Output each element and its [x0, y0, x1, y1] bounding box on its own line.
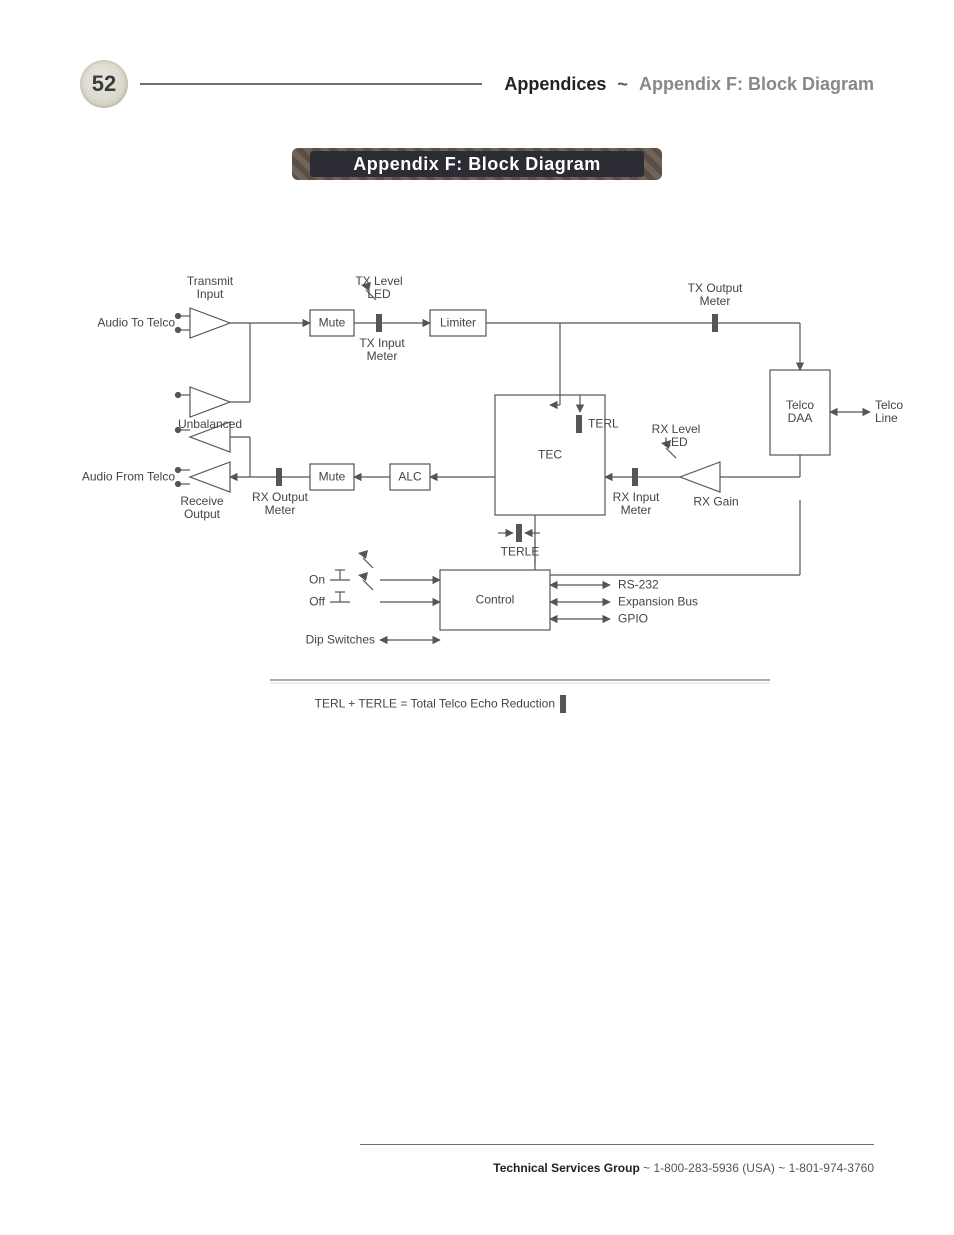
label-tx-output-meter: TX OutputMeter	[688, 282, 743, 308]
page-number-badge: 52	[80, 60, 128, 108]
header-row: 52 Appendices ~ Appendix F: Block Diagra…	[80, 60, 874, 108]
label-receive-output: ReceiveOutput	[180, 495, 223, 521]
label-tx-level-led: TX LevelLED	[355, 275, 402, 301]
header-subsection: Appendix F: Block Diagram	[639, 74, 874, 94]
box-control: Control	[476, 593, 515, 606]
label-transmit-input: TransmitInput	[187, 275, 233, 301]
banner-title: Appendix F: Block Diagram	[353, 154, 601, 175]
footer-sep1: ~	[643, 1161, 650, 1175]
diagram-footnote: TERL + TERLE = Total Telco Echo Reductio…	[315, 697, 555, 710]
label-gpio: GPIO	[618, 612, 648, 625]
footer-rule	[360, 1144, 874, 1145]
label-terle: TERLE	[501, 545, 540, 558]
page-number: 52	[92, 71, 116, 97]
label-tx-input-meter: TX InputMeter	[359, 337, 404, 363]
header-section: Appendices	[504, 74, 606, 94]
label-audio-from-telco: Audio From Telco	[82, 470, 175, 483]
box-mute-tx: Mute	[319, 316, 346, 329]
footer-group: Technical Services Group	[493, 1161, 640, 1175]
footer-phone-intl: 1-801-974-3760	[789, 1161, 874, 1175]
label-rx-output-meter: RX OutputMeter	[252, 491, 308, 517]
box-tec: TEC	[538, 448, 562, 461]
header-rule	[140, 83, 482, 85]
box-mute-rx: Mute	[319, 470, 346, 483]
label-audio-to-telco: Audio To Telco	[97, 316, 175, 329]
label-off: Off	[309, 595, 325, 608]
label-rs232: RS-232	[618, 578, 659, 591]
box-telco-daa: TelcoDAA	[786, 399, 814, 425]
block-diagram: Audio To Telco Audio From Telco Transmit…	[80, 240, 880, 760]
page-footer: Technical Services Group ~ 1-800-283-593…	[80, 1144, 874, 1175]
label-dip-switches: Dip Switches	[306, 633, 375, 646]
section-banner: Appendix F: Block Diagram	[292, 148, 662, 180]
footer-sep2: ~	[778, 1161, 785, 1175]
box-limiter: Limiter	[440, 316, 476, 329]
label-rx-gain: RX Gain	[693, 495, 738, 508]
footer-text: Technical Services Group ~ 1-800-283-593…	[80, 1161, 874, 1175]
header-title: Appendices ~ Appendix F: Block Diagram	[494, 74, 874, 95]
label-rx-input-meter: RX InputMeter	[613, 491, 660, 517]
label-rx-level-led: RX LevelLED	[652, 423, 701, 449]
footer-phone-usa: 1-800-283-5936 (USA)	[653, 1161, 774, 1175]
label-on: On	[309, 573, 325, 586]
label-exp-bus: Expansion Bus	[618, 595, 698, 608]
label-telco-line: TelcoLine	[875, 399, 903, 425]
box-alc: ALC	[398, 470, 421, 483]
header-separator: ~	[617, 74, 628, 94]
label-terl: TERL	[588, 417, 619, 430]
label-unbalanced: Unbalanced	[178, 418, 242, 431]
